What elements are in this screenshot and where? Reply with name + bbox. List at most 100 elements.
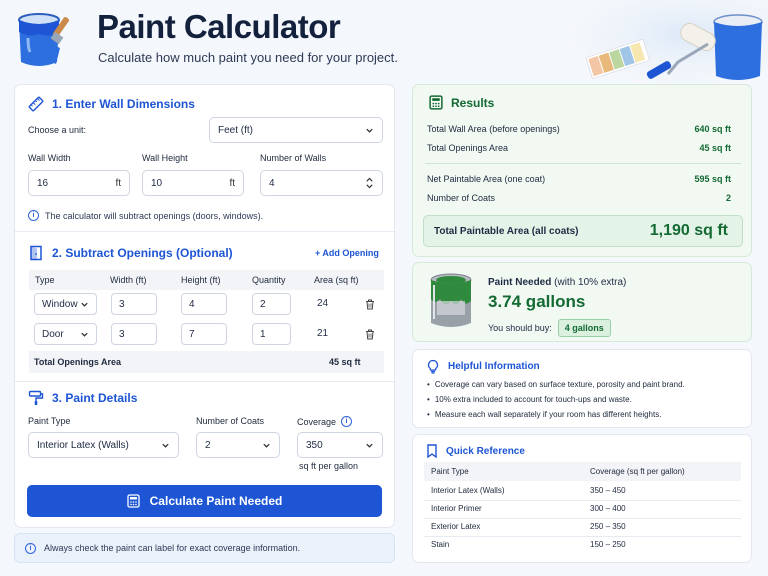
info-icon[interactable]: i	[341, 416, 353, 427]
ref-row-coverage: 350 – 450	[590, 486, 626, 495]
result-value: 640 sq ft	[694, 124, 731, 134]
opening-height-value: 4	[189, 298, 195, 310]
paint-needed-title: Paint Needed	[488, 277, 552, 288]
coverage-unit: sq ft per gallon	[299, 461, 359, 471]
help-item: 10% extra included to account for touch-…	[427, 395, 632, 404]
paint-type-select[interactable]: Interior Latex (Walls)	[28, 432, 179, 458]
openings-section-title: 2. Subtract Openings (Optional)	[28, 245, 233, 261]
ref-row-type: Stain	[431, 540, 450, 549]
coverage-select[interactable]: 350	[297, 432, 383, 458]
results-divider	[425, 163, 741, 164]
wall-height-input[interactable]: 10 ft	[142, 170, 244, 196]
result-row-openings: Total Openings Area 45 sq ft	[427, 143, 731, 153]
paint-type-label: Paint Type	[28, 416, 71, 426]
opening-quantity-input[interactable]: 2	[252, 293, 291, 315]
stepper-arrows-icon[interactable]	[365, 176, 374, 190]
reference-title-text: Quick Reference	[446, 445, 525, 457]
openings-total-value: 45 sq ft	[329, 357, 361, 367]
info-icon: i	[25, 542, 36, 554]
helpful-information-panel: Helpful Information Coverage can vary ba…	[412, 349, 752, 428]
opening-quantity-value: 2	[260, 298, 266, 310]
section-divider	[15, 231, 396, 232]
col-quantity: Quantity	[252, 275, 286, 285]
add-opening-button[interactable]: + Add Opening	[315, 248, 379, 258]
coats-select[interactable]: 2	[196, 432, 280, 458]
chevron-down-icon	[366, 128, 373, 133]
result-row-net-area: Net Paintable Area (one coat) 595 sq ft	[427, 174, 731, 184]
total-paintable-label: Total Paintable Area (all coats)	[434, 225, 579, 237]
results-title-text: Results	[451, 95, 495, 110]
unit-label: Choose a unit:	[28, 125, 87, 135]
results-title: Results	[429, 95, 494, 110]
opening-area-value: 24	[317, 298, 329, 309]
chevron-down-icon	[81, 332, 88, 337]
paint-type-value: Interior Latex (Walls)	[37, 439, 129, 451]
openings-total-row: Total Openings Area 45 sq ft	[29, 351, 384, 373]
reference-title: Quick Reference	[426, 444, 525, 458]
unit-select[interactable]: Feet (ft)	[209, 117, 383, 143]
opening-width-input[interactable]: 3	[111, 293, 157, 315]
coverage-value: 350	[306, 439, 323, 451]
opening-type-value: Window	[42, 298, 78, 310]
opening-type-select[interactable]: Door	[34, 323, 97, 345]
bookmark-icon	[427, 444, 437, 458]
paint-roller-illustration	[568, 0, 768, 86]
calculator-form: 1. Enter Wall Dimensions Choose a unit: …	[14, 84, 396, 528]
ref-row-type: Interior Primer	[431, 504, 482, 513]
calculator-icon	[429, 95, 443, 110]
result-label: Number of Coats	[427, 193, 496, 203]
openings-total-label: Total Openings Area	[34, 357, 122, 367]
ref-divider	[424, 536, 741, 537]
ref-col-type: Paint Type	[431, 467, 469, 476]
opening-width-input[interactable]: 3	[111, 323, 157, 345]
wall-height-value: 10	[151, 177, 163, 189]
section-divider	[15, 381, 396, 382]
opening-type-select[interactable]: Window	[34, 293, 97, 315]
walls-label: Number of Walls	[260, 153, 327, 163]
opening-area-value: 21	[317, 328, 329, 339]
col-width: Width (ft)	[110, 275, 147, 285]
ruler-icon	[28, 96, 44, 112]
ref-row-coverage: 150 – 250	[590, 540, 626, 549]
lightbulb-icon	[427, 359, 439, 374]
total-paintable-value: 1,190 sq ft	[649, 222, 728, 239]
paint-needed-label: Paint Needed (with 10% extra)	[488, 277, 626, 288]
results-panel: Results Total Wall Area (before openings…	[412, 84, 752, 257]
calculate-button-label: Calculate Paint Needed	[149, 494, 283, 508]
calculate-button[interactable]: Calculate Paint Needed	[27, 485, 382, 517]
buy-badge: 4 gallons	[557, 319, 611, 337]
buy-label: You should buy:	[488, 323, 552, 333]
page-subtitle: Calculate how much paint you need for yo…	[98, 50, 398, 65]
col-type: Type	[35, 275, 55, 285]
paint-roller-icon	[28, 390, 44, 405]
coverage-tip-text: Always check the paint can label for exa…	[44, 543, 301, 553]
opening-quantity-input[interactable]: 1	[252, 323, 291, 345]
dimensions-title-text: 1. Enter Wall Dimensions	[52, 97, 195, 111]
height-label: Wall Height	[142, 153, 188, 163]
trash-icon[interactable]	[365, 329, 375, 340]
dimensions-note: i The calculator will subtract openings …	[28, 210, 263, 221]
trash-icon[interactable]	[365, 299, 375, 310]
coverage-tip: i Always check the paint can label for e…	[14, 533, 395, 563]
paint-needed-panel: Paint Needed (with 10% extra) 3.74 gallo…	[412, 262, 752, 342]
result-label: Total Openings Area	[427, 143, 509, 153]
page-title: Paint Calculator	[97, 8, 341, 45]
opening-height-input[interactable]: 7	[181, 323, 227, 345]
info-icon: i	[28, 210, 39, 221]
wall-width-unit: ft	[115, 177, 121, 189]
coats-value: 2	[205, 439, 211, 451]
chevron-down-icon	[162, 443, 169, 448]
opening-width-value: 3	[119, 328, 125, 340]
ref-row-coverage: 300 – 400	[590, 504, 626, 513]
ref-divider	[424, 500, 741, 501]
opening-height-input[interactable]: 4	[181, 293, 227, 315]
number-of-walls-stepper[interactable]: 4	[260, 170, 383, 196]
quick-reference-panel: Quick Reference Paint Type Coverage (sq …	[412, 434, 752, 563]
opening-width-value: 3	[119, 298, 125, 310]
ref-row-type: Exterior Latex	[431, 522, 481, 531]
wall-width-input[interactable]: 16 ft	[28, 170, 130, 196]
chevron-down-icon	[263, 443, 270, 448]
col-height: Height (ft)	[181, 275, 221, 285]
help-title: Helpful Information	[426, 359, 540, 374]
ref-row-coverage: 250 – 350	[590, 522, 626, 531]
